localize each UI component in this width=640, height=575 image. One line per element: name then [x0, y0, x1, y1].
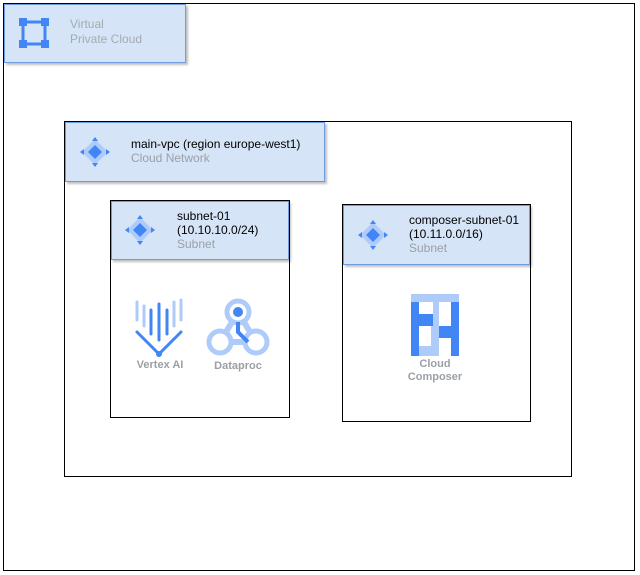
subnet-01-title-line1: subnet-01	[177, 209, 231, 223]
vertex-ai-label: Vertex AI	[136, 359, 184, 371]
vpc-legend-box: Virtual Private Cloud	[4, 4, 186, 63]
main-vpc-header: main-vpc (region europe-west1) Cloud Net…	[65, 122, 325, 182]
vpc-legend-line2: Private Cloud	[70, 32, 143, 46]
dataproc-label: Dataproc	[214, 360, 262, 372]
cloud-composer-label-line1: Cloud	[419, 358, 451, 370]
composer-subnet-header: composer-subnet-01 (10.11.0.0/16) Subnet	[343, 205, 530, 265]
vertex-ai-icon	[135, 298, 183, 357]
vpc-legend-line1: Virtual	[70, 17, 104, 31]
network-diamond-icon	[358, 220, 388, 250]
cloud-composer-icon	[411, 294, 459, 356]
network-diamond-icon	[125, 215, 155, 245]
vpc-frame-icon	[19, 18, 49, 48]
dataproc-icon	[206, 298, 270, 356]
composer-subnet-title-line1: composer-subnet-01	[409, 213, 520, 227]
subnet-01-subtitle: Subnet	[177, 237, 216, 251]
main-vpc-title: main-vpc (region europe-west1)	[131, 137, 301, 151]
cloud-composer-label-line2: Composer	[407, 371, 463, 383]
network-diamond-icon	[80, 137, 110, 167]
composer-subnet-subtitle: Subnet	[409, 241, 448, 255]
main-vpc-subtitle: Cloud Network	[131, 151, 210, 165]
subnet-01-header: subnet-01 (10.10.10.0/24) Subnet	[111, 201, 289, 260]
subnet-01-title-line2: (10.10.10.0/24)	[177, 223, 259, 237]
composer-subnet-title-line2: (10.11.0.0/16)	[409, 227, 483, 241]
